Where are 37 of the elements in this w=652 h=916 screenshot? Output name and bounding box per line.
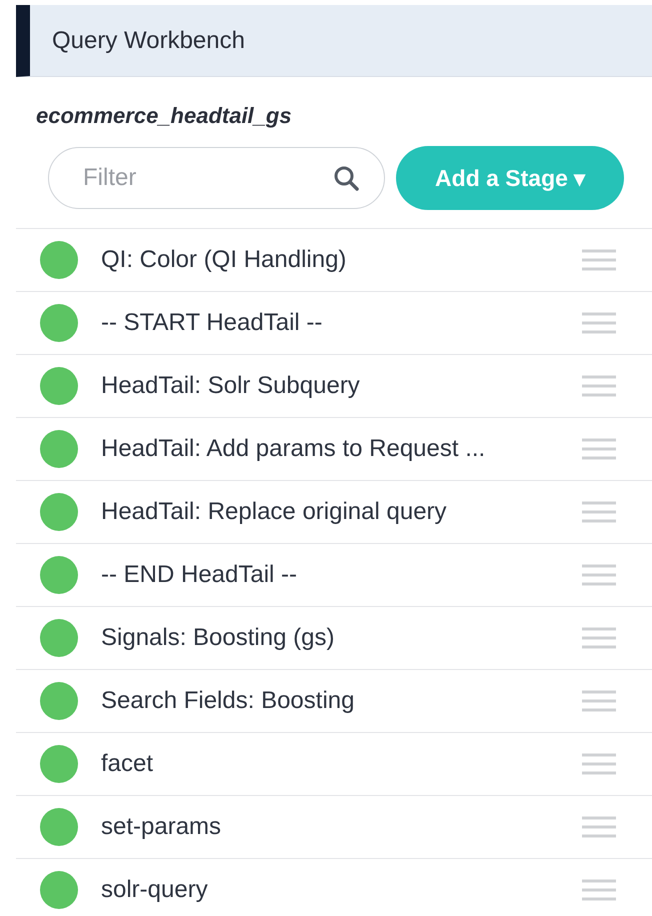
stage-row[interactable]: -- START HeadTail -- xyxy=(16,292,652,355)
stage-label: HeadTail: Solr Subquery xyxy=(101,371,361,401)
drag-handle-icon[interactable] xyxy=(582,564,616,586)
stage-label: HeadTail: Add params to Request ... xyxy=(101,434,486,464)
stage-row[interactable]: solr-query xyxy=(16,859,652,916)
stage-label: Signals: Boosting (gs) xyxy=(101,623,336,653)
stage-label: set-params xyxy=(101,812,222,842)
stage-row[interactable]: -- END HeadTail -- xyxy=(16,544,652,607)
drag-handle-icon[interactable] xyxy=(582,753,616,775)
drag-handle-icon[interactable] xyxy=(582,438,616,460)
stage-label: -- END HeadTail -- xyxy=(101,560,298,590)
search-icon xyxy=(333,165,359,191)
stage-row[interactable]: Search Fields: Boosting xyxy=(16,670,652,733)
drag-handle-icon[interactable] xyxy=(582,501,616,523)
stage-row[interactable]: HeadTail: Replace original query xyxy=(16,481,652,544)
stage-row[interactable]: HeadTail: Add params to Request ... xyxy=(16,418,652,481)
stage-label: QI: Color (QI Handling) xyxy=(101,245,348,275)
stage-label: HeadTail: Replace original query xyxy=(101,497,448,527)
stage-row[interactable]: HeadTail: Solr Subquery xyxy=(16,355,652,418)
stage-row[interactable]: Signals: Boosting (gs) xyxy=(16,607,652,670)
stage-label: Search Fields: Boosting xyxy=(101,686,356,716)
drag-handle-icon[interactable] xyxy=(582,879,616,901)
stage-row[interactable]: facet xyxy=(16,733,652,796)
stage-row[interactable]: QI: Color (QI Handling) xyxy=(16,229,652,292)
collection-name: ecommerce_headtail_gs xyxy=(36,103,292,128)
stage-label: solr-query xyxy=(101,875,209,905)
stage-label: -- START HeadTail -- xyxy=(101,308,324,338)
drag-handle-icon[interactable] xyxy=(582,312,616,334)
stage-row[interactable]: set-params xyxy=(16,796,652,859)
stage-label: facet xyxy=(101,749,154,779)
drag-handle-icon[interactable] xyxy=(582,249,616,271)
drag-handle-icon[interactable] xyxy=(582,690,616,712)
drag-handle-icon[interactable] xyxy=(582,627,616,649)
panel-title: Query Workbench xyxy=(52,26,245,56)
filter-field[interactable]: Filter xyxy=(48,147,385,209)
drag-handle-icon[interactable] xyxy=(582,375,616,397)
drag-handle-icon[interactable] xyxy=(582,816,616,838)
